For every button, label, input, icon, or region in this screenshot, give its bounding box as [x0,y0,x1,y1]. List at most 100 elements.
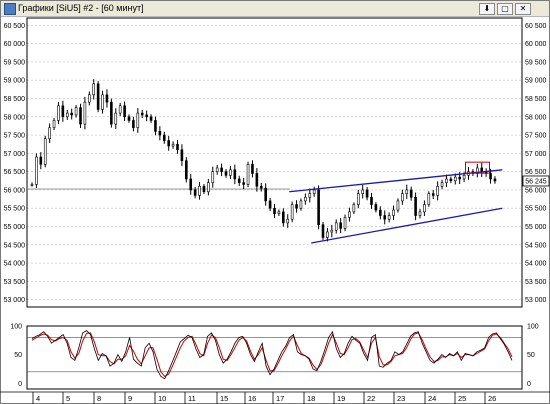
candle-body [321,224,325,238]
candle-body [114,112,118,125]
candle-body [48,127,51,140]
date-label: 9 [128,394,132,403]
candle-body [392,209,395,216]
candle-body [299,200,303,209]
candle-body [418,211,422,216]
price-tick-left: 57 500 [4,133,26,140]
title-bar[interactable]: Графики [SiU5] #2 - [60 минут] ⬇ ▢ ✕ [1,1,549,17]
candle-body [264,187,267,202]
last-price-label: 56 245 [525,178,547,185]
candle-body [123,105,126,118]
date-label: 23 [397,394,405,403]
candle-body [374,204,378,211]
price-tick-left: 58 000 [4,114,26,121]
price-tick-right: 57 500 [525,133,547,140]
candle-body [180,149,184,161]
candle-body [158,131,162,136]
candle-body [493,178,497,182]
candle-body [162,134,166,141]
price-tick-left: 57 000 [4,151,26,158]
candle-body [202,185,206,193]
oscillator-tick-right: 50 [527,352,535,359]
candle-body [229,169,232,176]
price-axis-right: 60 500 60 000 59 500 59 000 58 500 58 000 57 5… [525,23,547,304]
candle-body [79,107,82,125]
price-tick-right: 55 000 [525,224,547,231]
date-label: 8 [97,394,101,403]
candle-body [295,204,298,209]
candle-body [211,171,215,183]
candle-body [74,107,78,116]
candle-body [268,200,272,209]
candle-body [409,189,413,198]
candle-body [370,196,373,205]
close-button[interactable]: ✕ [515,3,531,15]
price-tick-left: 55 500 [4,206,26,213]
candle-body [334,222,338,231]
candle-body [317,189,320,225]
candle-body [242,182,245,185]
price-tick-right: 60 000 [525,41,547,48]
price-tick-right: 58 500 [525,96,547,103]
candle-body [57,105,60,121]
window-title: Графики [SiU5] #2 - [60 минут] [18,3,144,13]
oscillator-panel[interactable]: 100 100 50 50 0 0 4 5 8 9 10 11 15 16 17 18 19 22 23 24 25 2… [0,322,550,404]
candle-body [431,193,435,196]
candle-body [458,176,461,180]
candle-body [207,182,210,193]
candle-body [43,138,47,165]
maximize-button[interactable]: ▢ [497,3,513,15]
candle-body [312,189,316,194]
candle-body [352,204,356,213]
price-tick-left: 60 500 [4,23,26,30]
candle-body [277,211,281,215]
candle-body [259,185,263,189]
oscillator-tick-right: 0 [527,381,531,388]
candle-body [132,120,135,129]
candle-body [83,101,87,125]
candle-body [70,112,73,116]
candle-body [189,178,193,191]
candle-body [105,94,109,103]
candle-body [101,94,104,110]
candle-body [401,193,404,202]
candle-body [383,215,387,220]
oscillator-tick-left: 100 [10,324,22,331]
price-tick-left: 54 000 [4,261,26,268]
candle-body [136,112,140,129]
price-tick-right: 60 500 [525,23,547,30]
price-tick-left: 53 000 [4,297,26,304]
candle-body [92,83,96,96]
candle-body [348,211,351,218]
candle-body [290,204,294,220]
candle-body [220,167,223,172]
restore-down-icon[interactable]: ⬇ [479,3,495,15]
candle-body [149,116,153,121]
candle-body [282,211,285,224]
trendlines[interactable] [289,169,503,244]
candle-body [237,178,241,183]
price-tick-right: 53 500 [525,279,547,286]
price-chart[interactable]: 60 500 60 000 59 500 59 000 58 500 58 000 57 5… [0,16,550,322]
candle-body [246,164,250,185]
price-tick-left: 59 000 [4,78,26,85]
candle-body [233,169,237,180]
candle-body [304,196,307,202]
candle-body [171,143,175,147]
candle-body [436,185,439,196]
candle-body [52,120,56,129]
price-tick-right: 56 500 [525,169,547,176]
candle-body [273,207,276,215]
candle-body [387,215,391,220]
candle-body [339,222,342,229]
oscillator-tick-left: 0 [18,381,22,388]
candle-body [440,182,444,187]
date-label: 10 [158,394,166,403]
candle-body [286,218,290,224]
candle-body [88,94,91,103]
candle-body [308,193,312,198]
candle-body [30,184,34,186]
date-label: 24 [428,394,436,403]
date-label: 16 [248,394,256,403]
candle-body [251,164,254,174]
